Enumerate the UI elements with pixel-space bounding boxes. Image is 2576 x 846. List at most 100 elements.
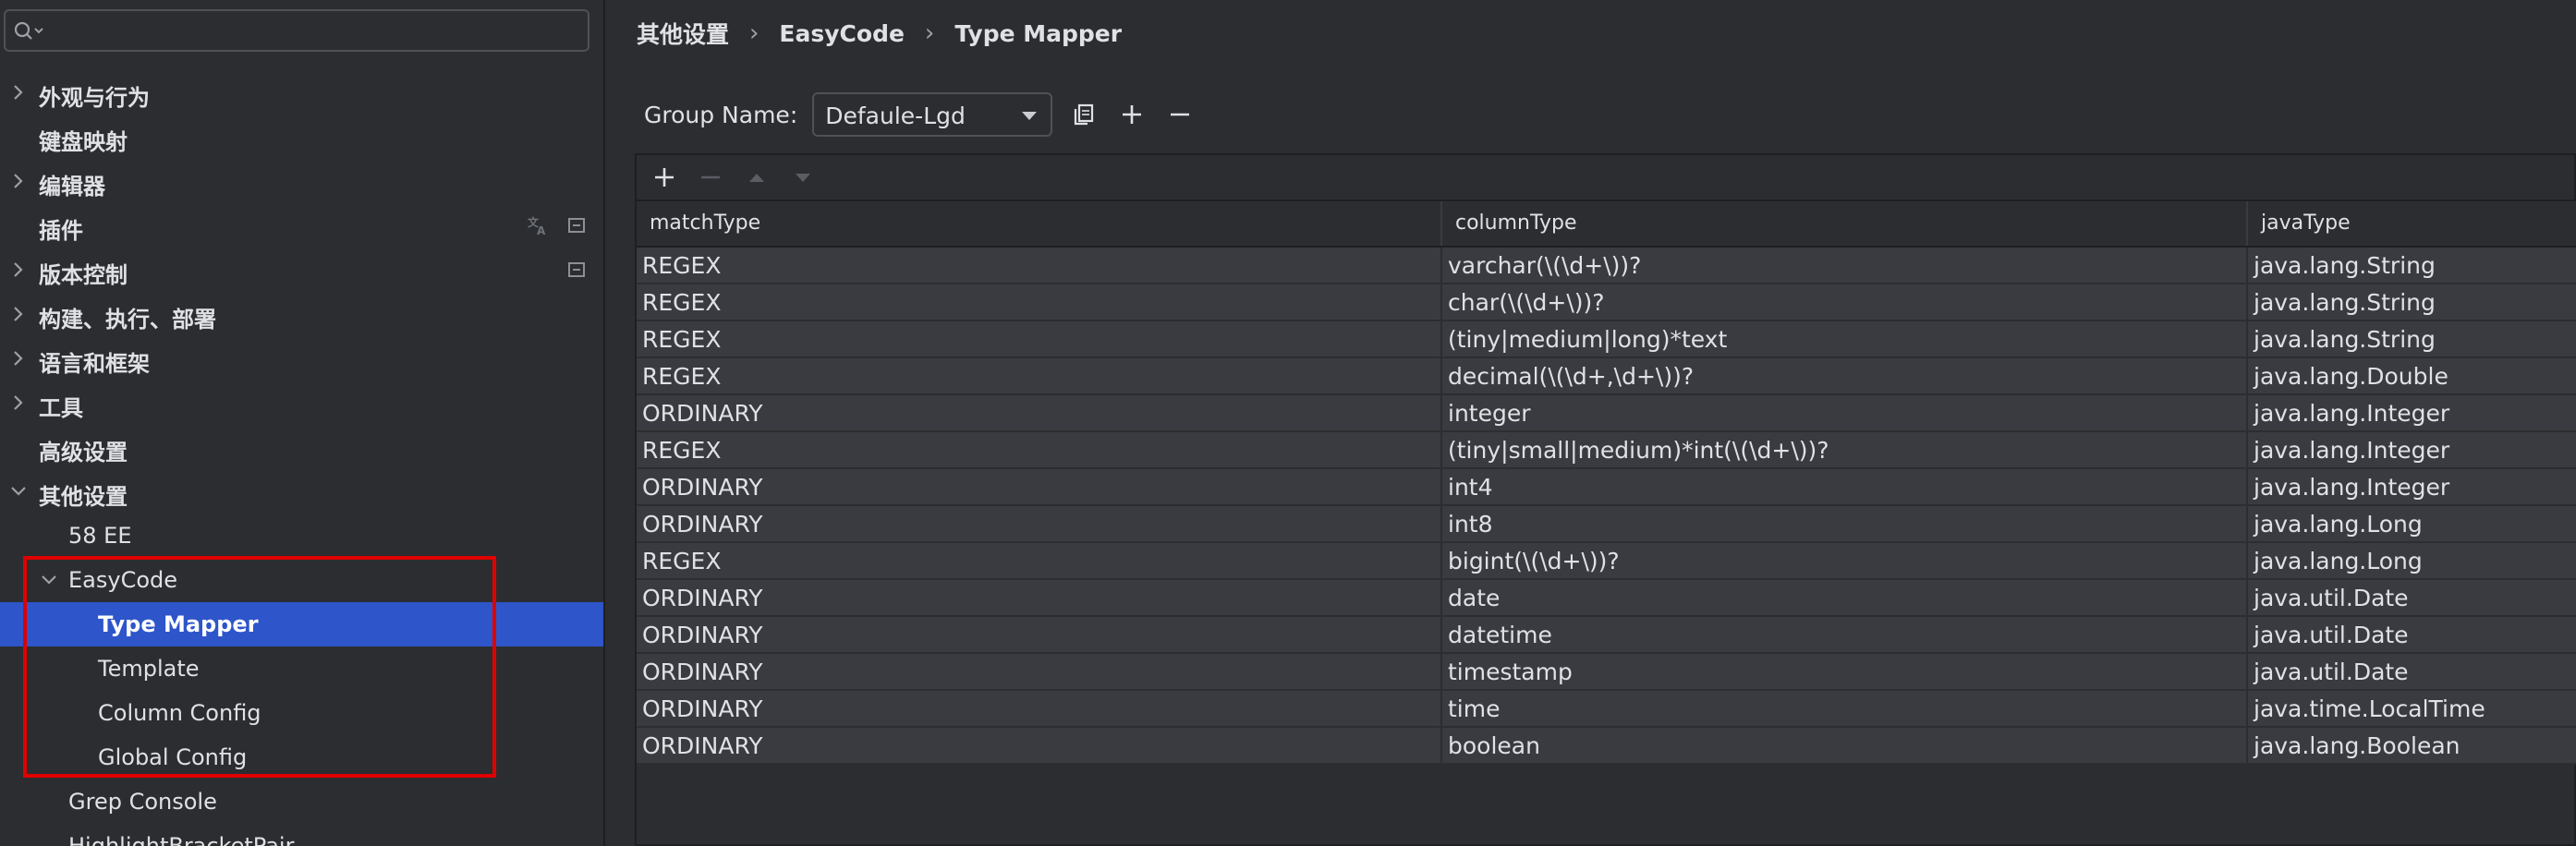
cell-matchtype[interactable]: ORDINARY xyxy=(637,728,1442,765)
column-header-matchtype[interactable]: matchType xyxy=(637,201,1442,246)
cell-matchtype[interactable]: ORDINARY xyxy=(637,580,1442,617)
cell-javatype[interactable]: java.lang.Long xyxy=(2248,506,2576,543)
tree-item-easycode[interactable]: EasyCode xyxy=(0,558,603,602)
cell-columntype[interactable]: date xyxy=(1442,580,2248,617)
cell-matchtype[interactable]: REGEX xyxy=(637,284,1442,321)
tree-item-tools[interactable]: 工具 xyxy=(0,381,603,425)
cell-columntype[interactable]: char(\(\d+\))? xyxy=(1442,284,2248,321)
cell-columntype[interactable]: datetime xyxy=(1442,617,2248,654)
cell-columntype[interactable]: decimal(\(\d+,\d+\))? xyxy=(1442,358,2248,395)
cell-javatype[interactable]: java.util.Date xyxy=(2248,654,2576,691)
breadcrumb-item[interactable]: 其他设置 xyxy=(637,17,729,50)
tree-item-appearance-behavior[interactable]: 外观与行为 xyxy=(0,70,603,115)
tree-item-advanced-settings[interactable]: 高级设置 xyxy=(0,425,603,469)
tree-item-58ee[interactable]: 58 EE xyxy=(0,514,603,558)
tree-item-build-execution-deployment[interactable]: 构建、执行、部署 xyxy=(0,292,603,336)
tree-item-highlight-bracket-pair[interactable]: HighlightBracketPair xyxy=(0,824,603,846)
table-row[interactable]: ORDINARY boolean java.lang.Boolean xyxy=(637,728,2576,765)
cell-matchtype[interactable]: REGEX xyxy=(637,432,1442,469)
cell-javatype[interactable]: java.lang.String xyxy=(2248,321,2576,358)
cell-columntype[interactable]: int4 xyxy=(1442,469,2248,506)
tree-item-label: 工具 xyxy=(39,395,83,421)
search-input[interactable] xyxy=(52,15,578,46)
cell-columntype[interactable]: (tiny|small|medium)*int(\(\d+\))? xyxy=(1442,432,2248,469)
column-header-columntype[interactable]: columnType xyxy=(1442,201,2248,246)
remove-row-button[interactable] xyxy=(692,159,729,196)
chevron-right-icon[interactable] xyxy=(8,348,29,369)
move-down-button[interactable] xyxy=(784,159,821,196)
table-row[interactable]: ORDINARY integer java.lang.Integer xyxy=(637,395,2576,432)
tree-item-template[interactable]: Template xyxy=(0,647,603,691)
cell-columntype[interactable]: bigint(\(\d+\))? xyxy=(1442,543,2248,580)
cell-matchtype[interactable]: ORDINARY xyxy=(637,469,1442,506)
table-row[interactable]: REGEX varchar(\(\d+\))? java.lang.String xyxy=(637,248,2576,284)
column-header-javatype[interactable]: javaType xyxy=(2248,201,2576,246)
chevron-right-icon[interactable] xyxy=(8,304,29,324)
cell-columntype[interactable]: (tiny|medium|long)*text xyxy=(1442,321,2248,358)
table-row[interactable]: REGEX (tiny|small|medium)*int(\(\d+\))? ja… xyxy=(637,432,2576,469)
tree-item-languages-frameworks[interactable]: 语言和框架 xyxy=(0,336,603,381)
cell-javatype[interactable]: java.lang.String xyxy=(2248,248,2576,284)
chevron-down-icon[interactable] xyxy=(39,570,59,590)
cell-javatype[interactable]: java.lang.String xyxy=(2248,284,2576,321)
table-row[interactable]: ORDINARY datetime java.util.Date xyxy=(637,617,2576,654)
cell-columntype[interactable]: timestamp xyxy=(1442,654,2248,691)
chevron-down-icon[interactable] xyxy=(8,481,29,502)
cell-javatype[interactable]: java.lang.Integer xyxy=(2248,469,2576,506)
cell-matchtype[interactable]: REGEX xyxy=(637,358,1442,395)
table-row[interactable]: REGEX decimal(\(\d+,\d+\))? java.lang.Doub… xyxy=(637,358,2576,395)
table-row[interactable]: ORDINARY int8 java.lang.Long xyxy=(637,506,2576,543)
cell-javatype[interactable]: java.lang.Double xyxy=(2248,358,2576,395)
tree-item-other-settings[interactable]: 其他设置 xyxy=(0,469,603,514)
cell-matchtype[interactable]: REGEX xyxy=(637,321,1442,358)
cell-columntype[interactable]: time xyxy=(1442,691,2248,728)
cell-matchtype[interactable]: ORDINARY xyxy=(637,654,1442,691)
cell-matchtype[interactable]: ORDINARY xyxy=(637,617,1442,654)
breadcrumb-item[interactable]: EasyCode xyxy=(779,20,905,47)
cell-matchtype[interactable]: ORDINARY xyxy=(637,506,1442,543)
remove-group-button[interactable] xyxy=(1163,98,1197,131)
tree-item-grep-console[interactable]: Grep Console xyxy=(0,780,603,824)
cell-columntype[interactable]: int8 xyxy=(1442,506,2248,543)
cell-columntype[interactable]: varchar(\(\d+\))? xyxy=(1442,248,2248,284)
cell-columntype[interactable]: boolean xyxy=(1442,728,2248,765)
move-up-button[interactable] xyxy=(738,159,775,196)
table-row[interactable]: ORDINARY timestamp java.util.Date xyxy=(637,654,2576,691)
table-row[interactable]: ORDINARY time java.time.LocalTime xyxy=(637,691,2576,728)
copy-group-button[interactable] xyxy=(1067,98,1100,131)
cell-javatype[interactable]: java.time.LocalTime xyxy=(2248,691,2576,728)
table-row[interactable]: ORDINARY int4 java.lang.Integer xyxy=(637,469,2576,506)
table-row[interactable]: ORDINARY date java.util.Date xyxy=(637,580,2576,617)
tree-item-label: Column Config xyxy=(98,700,261,726)
tree-item-plugins[interactable]: 插件 文 A xyxy=(0,203,603,248)
tree-item-keymap[interactable]: 键盘映射 xyxy=(0,115,603,159)
chevron-right-icon[interactable] xyxy=(8,260,29,280)
cell-javatype[interactable]: java.lang.Boolean xyxy=(2248,728,2576,765)
chevron-right-icon[interactable] xyxy=(8,171,29,191)
group-name-dropdown[interactable]: Defaule-Lgd xyxy=(812,92,1053,137)
cell-matchtype[interactable]: ORDINARY xyxy=(637,395,1442,432)
cell-javatype[interactable]: java.lang.Integer xyxy=(2248,395,2576,432)
tree-item-editor[interactable]: 编辑器 xyxy=(0,159,603,203)
cell-javatype[interactable]: java.lang.Long xyxy=(2248,543,2576,580)
tree-item-version-control[interactable]: 版本控制 xyxy=(0,248,603,292)
cell-javatype[interactable]: java.util.Date xyxy=(2248,617,2576,654)
table-row[interactable]: REGEX char(\(\d+\))? java.lang.String xyxy=(637,284,2576,321)
cell-columntype[interactable]: integer xyxy=(1442,395,2248,432)
add-row-button[interactable] xyxy=(646,159,683,196)
tree-item-global-config[interactable]: Global Config xyxy=(0,735,603,780)
cell-matchtype[interactable]: REGEX xyxy=(637,543,1442,580)
add-group-button[interactable] xyxy=(1115,98,1148,131)
chevron-right-icon[interactable] xyxy=(8,393,29,413)
settings-search-field[interactable] xyxy=(4,9,589,52)
cell-matchtype[interactable]: ORDINARY xyxy=(637,691,1442,728)
cell-javatype[interactable]: java.util.Date xyxy=(2248,580,2576,617)
cell-javatype[interactable]: java.lang.Integer xyxy=(2248,432,2576,469)
chevron-right-icon[interactable] xyxy=(8,82,29,103)
plus-icon xyxy=(655,168,674,187)
table-row[interactable]: REGEX (tiny|medium|long)*text java.lang.St… xyxy=(637,321,2576,358)
tree-item-type-mapper[interactable]: Type Mapper xyxy=(0,602,603,647)
table-row[interactable]: REGEX bigint(\(\d+\))? java.lang.Long xyxy=(637,543,2576,580)
tree-item-column-config[interactable]: Column Config xyxy=(0,691,603,735)
cell-matchtype[interactable]: REGEX xyxy=(637,248,1442,284)
